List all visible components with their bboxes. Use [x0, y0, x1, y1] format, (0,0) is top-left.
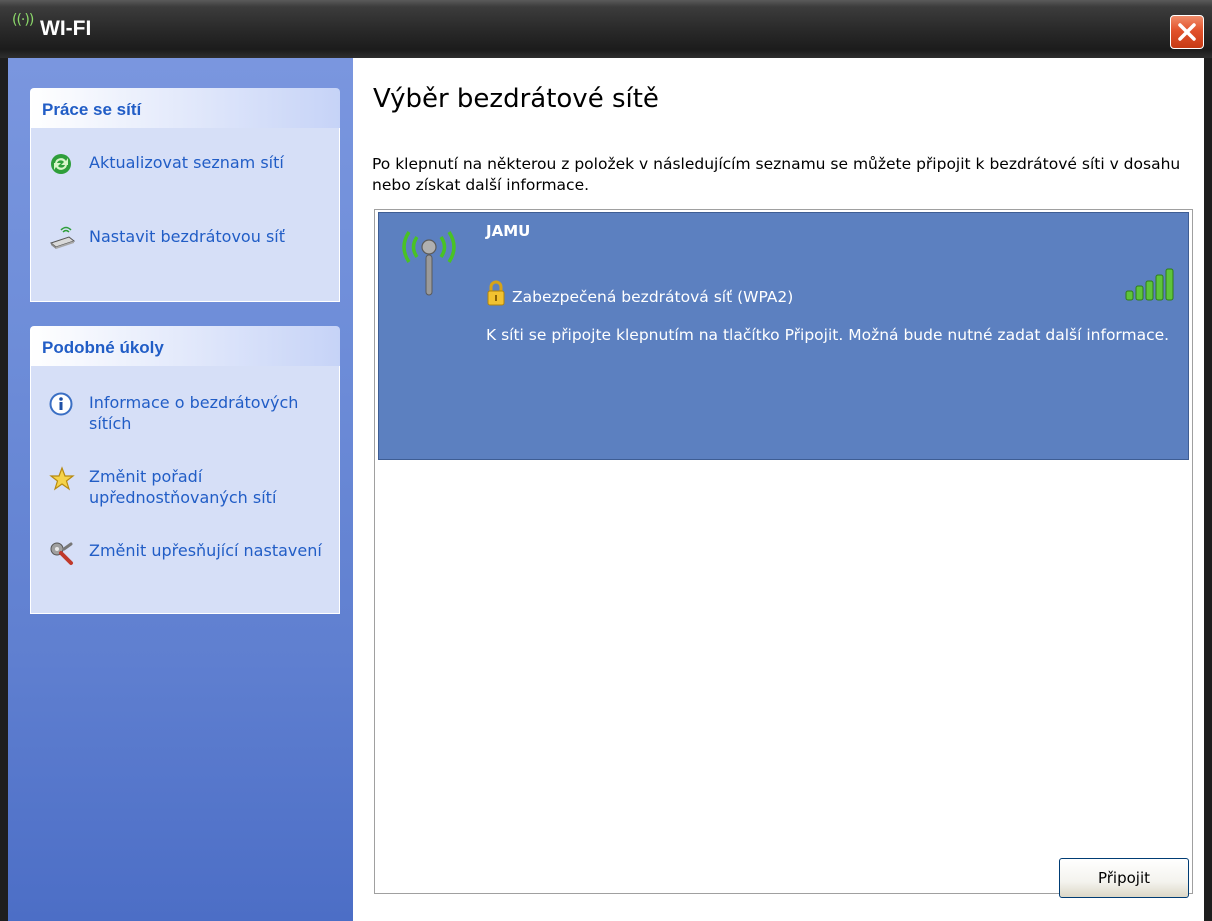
network-tasks-box: Práce se sítí Aktualizovat seznam sítí N…: [30, 88, 340, 302]
task-change-preferred-order[interactable]: Změnit pořadí upřednostňovaných sítí: [49, 466, 339, 510]
related-tasks-box: Podobné úkoly Informace o bezdrátových s…: [30, 326, 340, 614]
task-wireless-info[interactable]: Informace o bezdrátových sítích: [49, 392, 339, 436]
network-tasks-header[interactable]: Práce se sítí: [30, 88, 340, 128]
wireless-network-icon: [391, 227, 467, 301]
related-tasks-title: Podobné úkoly: [42, 338, 164, 357]
network-name: JAMU: [486, 222, 531, 240]
page-title: Výběr bezdrátové sítě: [373, 84, 659, 114]
network-tasks-body: Aktualizovat seznam sítí Nastavit bezdrá…: [30, 128, 340, 302]
title-bar[interactable]: ((·)) WI-FI: [0, 0, 1212, 58]
settings-icon: [49, 540, 75, 571]
task-change-advanced-settings[interactable]: Změnit upřesňující nastavení: [49, 540, 339, 584]
task-pane: Práce se sítí Aktualizovat seznam sítí N…: [8, 58, 353, 921]
close-icon: [1178, 23, 1196, 41]
main-panel: Výběr bezdrátové sítě Po klepnutí na něk…: [353, 58, 1204, 921]
change-advanced-settings-label: Změnit upřesňující nastavení: [89, 541, 322, 560]
network-item[interactable]: JAMU Zabezpečená bezdrátová síť (WPA2) K…: [378, 212, 1189, 460]
network-tasks-title: Práce se sítí: [42, 100, 142, 119]
close-button[interactable]: [1170, 15, 1204, 49]
task-setup-wireless-network[interactable]: Nastavit bezdrátovou síť: [49, 226, 339, 250]
signal-strength-icon: [1124, 266, 1180, 306]
lock-icon: [486, 279, 506, 311]
wireless-setup-icon: [49, 226, 76, 255]
related-tasks-header[interactable]: Podobné úkoly: [30, 326, 340, 366]
wifi-title-icon: ((·)): [12, 12, 34, 28]
connect-button[interactable]: Připojit: [1059, 858, 1189, 898]
setup-wireless-network-label: Nastavit bezdrátovou síť: [89, 227, 285, 246]
wireless-info-label: Informace o bezdrátových sítích: [89, 393, 299, 433]
change-preferred-order-label: Změnit pořadí upřednostňovaných sítí: [89, 467, 277, 507]
wifi-window: ((·)) WI-FI Práce se sítí Aktualizovat s…: [0, 0, 1212, 921]
window-title: WI-FI: [40, 17, 92, 40]
related-tasks-body: Informace o bezdrátových sítích Změnit p…: [30, 366, 340, 614]
star-icon: [49, 466, 75, 497]
network-info: K síti se připojte klepnutím na tlačítko…: [486, 326, 1170, 344]
network-list[interactable]: JAMU Zabezpečená bezdrátová síť (WPA2) K…: [374, 209, 1193, 894]
network-security: Zabezpečená bezdrátová síť (WPA2): [512, 288, 794, 306]
refresh-network-list-label: Aktualizovat seznam sítí: [89, 153, 284, 172]
window-frame-right: [1204, 58, 1212, 921]
window-frame-left: [0, 58, 8, 921]
instructions-text: Po klepnutí na některou z položek v násl…: [372, 155, 1181, 194]
info-icon: [49, 392, 73, 421]
task-refresh-network-list[interactable]: Aktualizovat seznam sítí: [49, 152, 339, 176]
refresh-icon: [49, 152, 73, 181]
